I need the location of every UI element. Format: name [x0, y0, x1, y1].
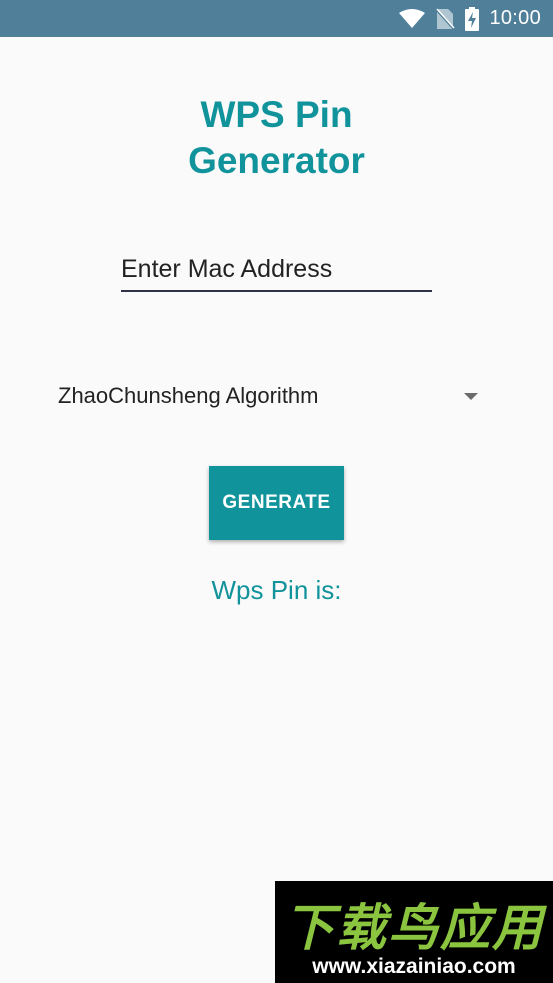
wps-pin-result-label: Wps Pin is:: [211, 575, 342, 605]
watermark: 下载鸟应用 www.xiazainiao.com: [275, 881, 553, 983]
mac-address-input[interactable]: [121, 248, 432, 292]
algorithm-spinner[interactable]: ZhaoChunsheng Algorithm: [58, 370, 482, 422]
title-line-1: WPS Pin: [200, 94, 353, 135]
no-sim-icon: [435, 7, 456, 30]
wifi-icon: [399, 8, 426, 29]
clock: 10:00: [489, 7, 541, 29]
generate-button[interactable]: GENERATE: [209, 466, 344, 540]
title-line-2: Generator: [188, 140, 365, 181]
watermark-url: www.xiazainiao.com: [312, 955, 516, 978]
battery-charging-icon: [465, 6, 480, 31]
status-bar: 10:00: [0, 0, 553, 37]
algorithm-selected-label: ZhaoChunsheng Algorithm: [58, 383, 319, 408]
status-icons: 10:00: [399, 0, 541, 37]
dropdown-arrow-icon[interactable]: [464, 392, 478, 400]
page-title: WPS Pin Generator: [0, 92, 553, 184]
watermark-logo: 下载鸟应用: [284, 900, 544, 956]
